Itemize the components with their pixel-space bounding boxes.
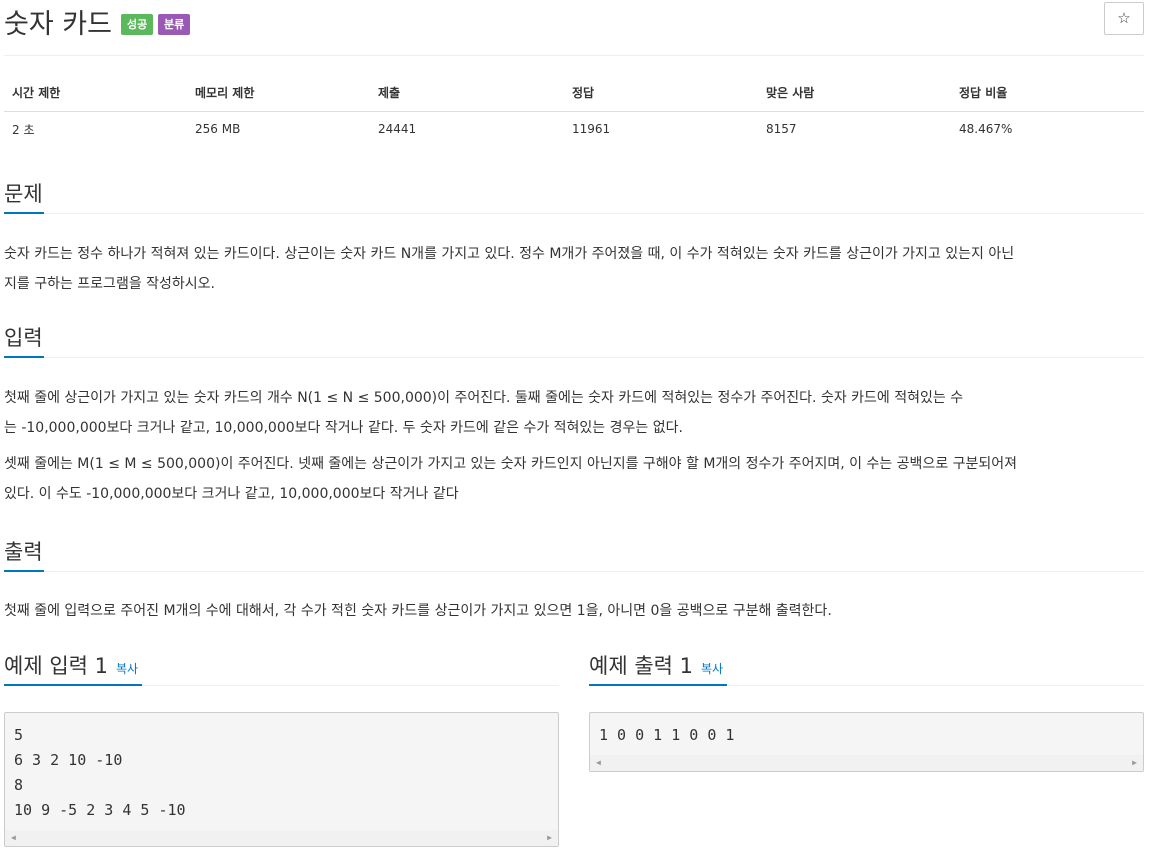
problem-info-table: 시간 제한 메모리 제한 제출 정답 맞은 사람 정답 비율 2 초 256 M… bbox=[4, 74, 1144, 147]
cell-accept-rate: 48.467% bbox=[959, 122, 1013, 137]
output-description: 첫째 줄에 입력으로 주어진 M개의 수에 대해서, 각 수가 적힌 숫자 카드… bbox=[4, 596, 1144, 626]
section-header: 입력 bbox=[4, 322, 1144, 358]
header-time-limit: 시간 제한 bbox=[4, 74, 187, 112]
table-row: 2 초 256 MB 24441 11961 8157 48.467% bbox=[4, 111, 1144, 147]
example-input-title: 예제 입력 1 bbox=[4, 654, 108, 678]
star-icon: ☆ bbox=[1117, 9, 1131, 27]
text-line: 셋째 줄에는 M(1 ≤ M ≤ 500,000)이 주어진다. 넷째 줄에는 … bbox=[4, 456, 1018, 472]
success-badge[interactable]: 성공 bbox=[121, 14, 154, 35]
scroll-right-icon[interactable]: ▶ bbox=[547, 833, 552, 842]
text-line: 첫째 줄에 입력으로 주어진 M개의 수에 대해서, 각 수가 적힌 숫자 카드… bbox=[4, 603, 832, 619]
heading-underline bbox=[589, 684, 727, 686]
section-header: 예제 입력 1 복사 bbox=[4, 650, 559, 686]
table-header-row: 시간 제한 메모리 제한 제출 정답 맞은 사람 정답 비율 bbox=[4, 74, 1144, 112]
sample-input-text: 5 6 3 2 10 -10 8 10 9 -5 2 3 4 5 -10 bbox=[5, 713, 558, 823]
section-header: 문제 bbox=[4, 178, 1144, 214]
text-line: 있다. 이 수도 -10,000,000보다 크거나 같고, 10,000,00… bbox=[4, 486, 459, 502]
header-memory-limit: 메모리 제한 bbox=[187, 74, 370, 112]
text-line: 첫째 줄에 상근이가 가지고 있는 숫자 카드의 개수 N(1 ≤ N ≤ 50… bbox=[4, 390, 964, 406]
section-header: 예제 출력 1 복사 bbox=[589, 650, 1144, 686]
scroll-right-icon[interactable]: ▶ bbox=[1132, 758, 1137, 767]
horizontal-scrollbar[interactable]: ◀ ▶ bbox=[5, 830, 558, 846]
heading-underline bbox=[4, 684, 142, 686]
scroll-left-icon[interactable]: ◀ bbox=[11, 833, 16, 842]
example-output-title: 예제 출력 1 bbox=[589, 654, 693, 678]
problem-description: 숫자 카드는 정수 하나가 적혀져 있는 카드이다. 상근이는 숫자 카드 N개… bbox=[4, 239, 1144, 299]
header-solvers: 맞은 사람 bbox=[758, 74, 951, 112]
code-line: 8 bbox=[14, 776, 24, 794]
category-badge[interactable]: 분류 bbox=[158, 14, 191, 35]
horizontal-scrollbar[interactable]: ◀ ▶ bbox=[590, 755, 1143, 771]
section-title-input: 입력 bbox=[4, 326, 43, 350]
heading-underline bbox=[4, 356, 44, 358]
sample-output-text: 1 0 0 1 1 0 0 1 bbox=[590, 713, 1143, 748]
heading-underline bbox=[4, 212, 44, 214]
sample-input-box[interactable]: 5 6 3 2 10 -10 8 10 9 -5 2 3 4 5 -10 ◀ ▶ bbox=[4, 712, 559, 847]
problem-section: 문제 숫자 카드는 정수 하나가 적혀져 있는 카드이다. 상근이는 숫자 카드… bbox=[4, 178, 1144, 299]
sample-output-box[interactable]: 1 0 0 1 1 0 0 1 ◀ ▶ bbox=[589, 712, 1144, 772]
section-title-output: 출력 bbox=[4, 540, 43, 564]
input-section: 입력 첫째 줄에 상근이가 가지고 있는 숫자 카드의 개수 N(1 ≤ N ≤… bbox=[4, 322, 1144, 509]
text-line: 지를 구하는 프로그램을 작성하시오. bbox=[4, 276, 215, 292]
output-section: 출력 첫째 줄에 입력으로 주어진 M개의 수에 대해서, 각 수가 적힌 숫자… bbox=[4, 536, 1144, 626]
star-button[interactable]: ☆ bbox=[1104, 2, 1144, 35]
heading-underline bbox=[4, 570, 44, 572]
cell-submissions: 24441 bbox=[378, 122, 417, 137]
cell-time-limit: 2 초 bbox=[12, 122, 35, 137]
example-input-section: 예제 입력 1 복사 bbox=[4, 650, 559, 686]
cell-accepted: 11961 bbox=[572, 122, 611, 137]
input-description: 첫째 줄에 상근이가 가지고 있는 숫자 카드의 개수 N(1 ≤ N ≤ 50… bbox=[4, 383, 1144, 509]
text-line: 숫자 카드는 정수 하나가 적혀져 있는 카드이다. 상근이는 숫자 카드 N개… bbox=[4, 246, 1015, 262]
text-line: 는 -10,000,000보다 크거나 같고, 10,000,000보다 작거나… bbox=[4, 420, 683, 436]
section-title-problem: 문제 bbox=[4, 182, 43, 206]
example-output-section: 예제 출력 1 복사 bbox=[589, 650, 1144, 686]
cell-memory-limit: 256 MB bbox=[195, 122, 241, 137]
header-accepted: 정답 bbox=[564, 74, 758, 112]
scroll-left-icon[interactable]: ◀ bbox=[596, 758, 601, 767]
cell-solvers: 8157 bbox=[766, 122, 797, 137]
code-line: 10 9 -5 2 3 4 5 -10 bbox=[14, 801, 186, 819]
code-line: 1 0 0 1 1 0 0 1 bbox=[599, 726, 735, 744]
problem-header: 숫자 카드 성공 분류 ☆ bbox=[4, 0, 1144, 56]
code-line: 6 3 2 10 -10 bbox=[14, 751, 123, 769]
code-line: 5 bbox=[14, 726, 24, 744]
copy-input-button[interactable]: 복사 bbox=[116, 662, 138, 676]
header-submissions: 제출 bbox=[370, 74, 564, 112]
problem-title: 숫자 카드 bbox=[4, 9, 112, 40]
section-header: 출력 bbox=[4, 536, 1144, 572]
header-accept-rate: 정답 비율 bbox=[951, 74, 1144, 112]
copy-output-button[interactable]: 복사 bbox=[701, 662, 723, 676]
